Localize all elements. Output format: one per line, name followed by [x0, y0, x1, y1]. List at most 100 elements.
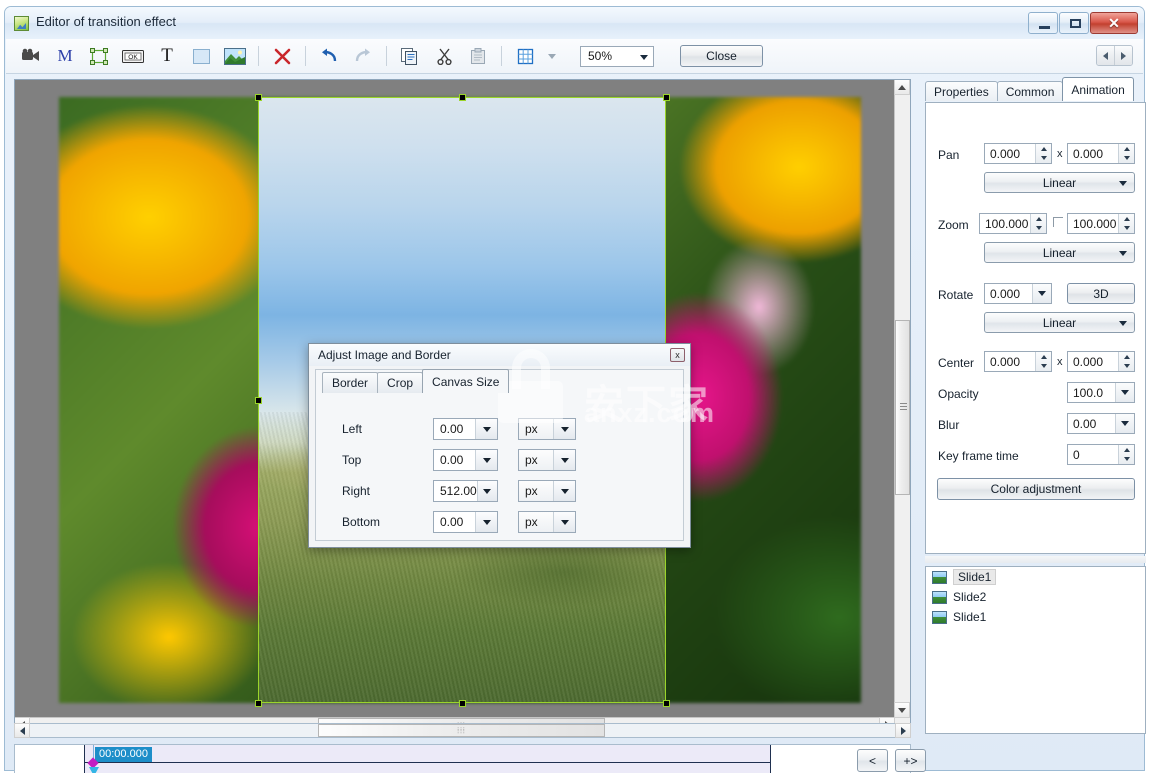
spinner-up-icon[interactable] — [1119, 144, 1134, 154]
resize-handle-top-right[interactable] — [663, 94, 670, 101]
rotate-interpolation-combobox[interactable]: Linear — [984, 312, 1135, 333]
spinner-up-icon[interactable] — [1119, 445, 1134, 455]
spinner-down-icon[interactable] — [1119, 362, 1134, 372]
timeline-track[interactable] — [85, 745, 770, 773]
bottom-value: 0.00 — [440, 515, 464, 529]
dialog-close-button[interactable]: x — [670, 348, 685, 362]
spinner-buttons[interactable] — [1118, 214, 1134, 233]
key-frame-time-spinner[interactable]: 0 — [1067, 444, 1135, 465]
opacity-combobox[interactable]: 100.0 — [1067, 382, 1135, 403]
rotate-combobox[interactable]: 0.000 — [984, 283, 1052, 304]
pan-x-spinner[interactable]: 0.000 — [984, 143, 1052, 164]
pan-interpolation-combobox[interactable]: Linear — [984, 172, 1135, 193]
timeline-scroll-left-button[interactable] — [14, 723, 30, 738]
timeline-scroll-thumb[interactable]: ⦙⦙⦙ — [318, 724, 605, 737]
canvas-vertical-scrollbar[interactable] — [894, 80, 910, 733]
redo-button[interactable] — [348, 42, 378, 70]
resize-handle-bottom-right[interactable] — [663, 700, 670, 707]
timeline-scroll-right-button[interactable] — [895, 723, 911, 738]
tab-animation[interactable]: Animation — [1062, 77, 1134, 101]
nav-next-button[interactable] — [1115, 46, 1132, 65]
left-value-combobox[interactable]: 0.00 — [433, 418, 498, 440]
vertical-scroll-thumb[interactable] — [895, 320, 910, 495]
spinner-buttons[interactable] — [1035, 352, 1051, 371]
selection-frame-tool-button[interactable] — [84, 42, 114, 70]
timeline-panel[interactable]: 00:00.000 — [14, 744, 911, 773]
paste-button[interactable] — [463, 42, 493, 70]
tab-common[interactable]: Common — [996, 81, 1064, 101]
grid-button[interactable] — [510, 42, 540, 70]
spinner-buttons[interactable] — [1035, 144, 1051, 163]
bottom-value-combobox[interactable]: 0.00 — [433, 511, 498, 533]
scroll-down-button[interactable] — [894, 702, 910, 718]
rotate-3d-button[interactable]: 3D — [1067, 283, 1135, 304]
resize-handle-bottom-center[interactable] — [459, 700, 466, 707]
list-item[interactable]: Slide1 — [926, 567, 1145, 587]
nav-prev-button[interactable] — [1097, 46, 1115, 65]
grid-dropdown-button[interactable] — [544, 42, 560, 70]
undo-button[interactable] — [314, 42, 344, 70]
tab-canvas-size[interactable]: Canvas Size — [422, 369, 510, 393]
resize-handle-top-left[interactable] — [255, 94, 262, 101]
spinner-buttons[interactable] — [1118, 352, 1134, 371]
video-camera-tool-button[interactable] — [16, 42, 46, 70]
pan-y-spinner[interactable]: 0.000 — [1067, 143, 1135, 164]
center-y-spinner[interactable]: 0.000 — [1067, 351, 1135, 372]
spinner-down-icon[interactable] — [1119, 154, 1134, 164]
tab-crop[interactable]: Crop — [377, 372, 424, 393]
ok-button-tool-button[interactable]: OK — [118, 42, 148, 70]
left-unit-combobox[interactable]: px — [518, 418, 576, 440]
top-value-combobox[interactable]: 0.00 — [433, 449, 498, 471]
color-adjustment-button[interactable]: Color adjustment — [937, 478, 1135, 500]
zoom-x-spinner[interactable]: 100.000 — [979, 213, 1047, 234]
spinner-up-icon[interactable] — [1119, 352, 1134, 362]
spinner-down-icon[interactable] — [1031, 224, 1046, 234]
spinner-buttons[interactable] — [1030, 214, 1046, 233]
resize-handle-middle-left[interactable] — [255, 397, 262, 404]
cut-button[interactable] — [429, 42, 459, 70]
copy-button[interactable] — [395, 42, 425, 70]
maximize-button[interactable] — [1059, 12, 1089, 34]
image-tool-button[interactable] — [220, 42, 250, 70]
spinner-down-icon[interactable] — [1119, 224, 1134, 234]
zoom-link-aspect-toggle[interactable] — [1053, 217, 1063, 227]
close-window-button[interactable]: ✕ — [1090, 12, 1138, 34]
right-unit-combobox[interactable]: px — [518, 480, 576, 502]
right-value-combobox[interactable]: 512.00 — [433, 480, 498, 502]
spinner-buttons[interactable] — [1118, 445, 1134, 464]
tab-border[interactable]: Border — [322, 372, 379, 393]
panel-splitter[interactable] — [925, 556, 1146, 563]
rectangle-tool-button[interactable] — [186, 42, 216, 70]
list-item[interactable]: Slide2 — [926, 587, 1145, 607]
mask-tool-button[interactable]: M — [50, 42, 80, 70]
zoom-level-combobox[interactable]: 50% — [580, 45, 654, 67]
timeline-scrollbar[interactable]: ⦙⦙⦙ — [14, 723, 911, 738]
resize-handle-top-center[interactable] — [459, 94, 466, 101]
resize-handle-bottom-left[interactable] — [255, 700, 262, 707]
spinner-up-icon[interactable] — [1036, 352, 1051, 362]
slides-list[interactable]: Slide1 Slide2 Slide1 — [925, 566, 1146, 734]
spinner-up-icon[interactable] — [1036, 144, 1051, 154]
delete-button[interactable] — [267, 42, 297, 70]
top-unit-combobox[interactable]: px — [518, 449, 576, 471]
playhead-handle[interactable] — [89, 767, 99, 773]
minimize-button[interactable] — [1028, 12, 1058, 34]
prev-keyframe-button[interactable]: < — [857, 749, 888, 772]
close-editor-button[interactable]: Close — [680, 45, 763, 67]
text-tool-button[interactable]: T — [152, 42, 182, 70]
spinner-down-icon[interactable] — [1036, 154, 1051, 164]
center-x-spinner[interactable]: 0.000 — [984, 351, 1052, 372]
list-item[interactable]: Slide1 — [926, 607, 1145, 627]
spinner-up-icon[interactable] — [1031, 214, 1046, 224]
bottom-unit-combobox[interactable]: px — [518, 511, 576, 533]
zoom-interpolation-combobox[interactable]: Linear — [984, 242, 1135, 263]
tab-properties[interactable]: Properties — [925, 81, 998, 101]
blur-combobox[interactable]: 0.00 — [1067, 413, 1135, 434]
spinner-buttons[interactable] — [1118, 144, 1134, 163]
spinner-down-icon[interactable] — [1036, 362, 1051, 372]
scroll-up-button[interactable] — [894, 80, 910, 95]
zoom-y-spinner[interactable]: 100.000 — [1067, 213, 1135, 234]
spinner-up-icon[interactable] — [1119, 214, 1134, 224]
spinner-down-icon[interactable] — [1119, 455, 1134, 465]
add-keyframe-button[interactable]: +> — [895, 749, 926, 772]
